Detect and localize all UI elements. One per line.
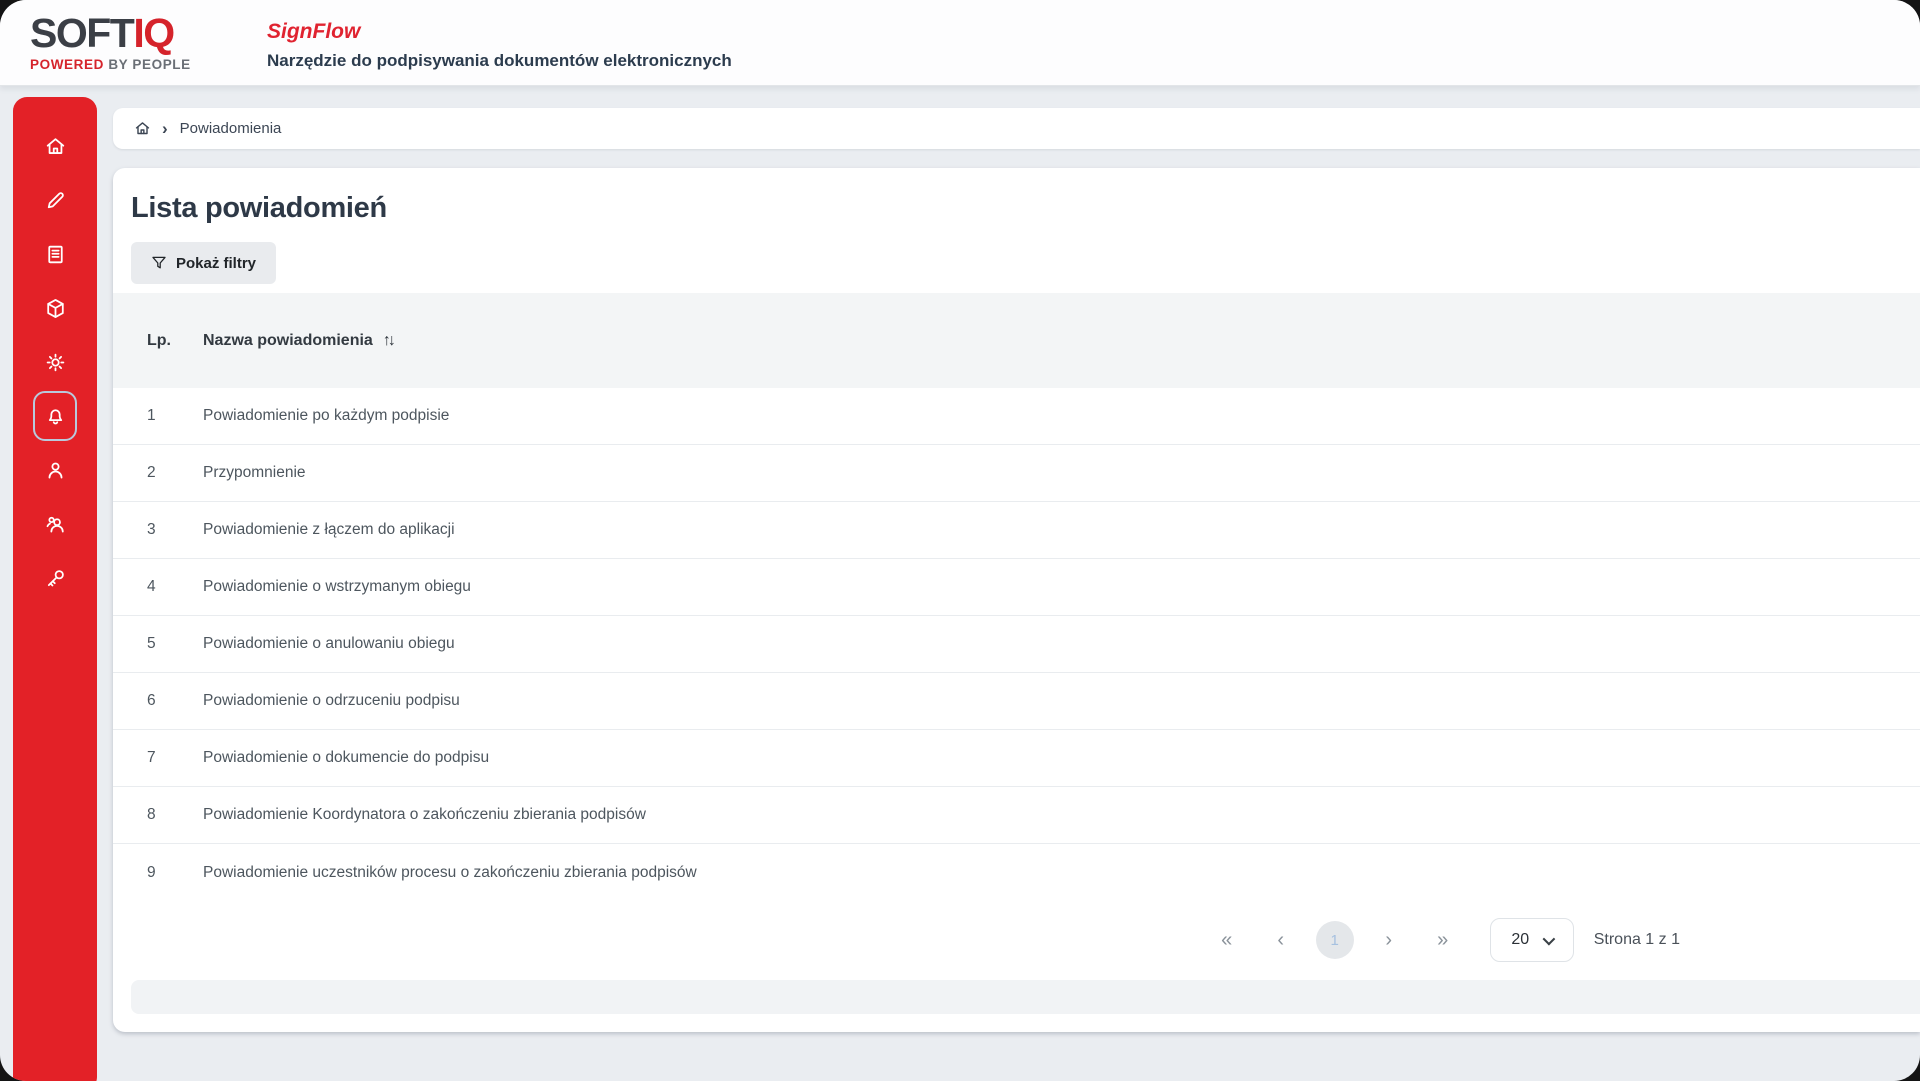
table-row[interactable]: 3Powiadomienie z łączem do aplikacji (113, 502, 1920, 559)
row-name: Powiadomienie z łączem do aplikacji (203, 521, 455, 539)
row-lp: 7 (147, 749, 203, 767)
sidebar-item-settings[interactable] (32, 335, 78, 389)
table-row[interactable]: 5Powiadomienie o anulowaniu obiegu (113, 616, 1920, 673)
bell-icon (33, 391, 77, 441)
notifications-panel: Lista powiadomień Pokaż filtry Lp. Nazwa… (113, 168, 1920, 1032)
row-lp: 6 (147, 692, 203, 710)
row-name: Powiadomienie o odrzuceniu podpisu (203, 692, 460, 710)
page-size-select[interactable]: 20 (1490, 918, 1574, 962)
breadcrumb-home-icon[interactable] (133, 119, 152, 138)
top-bar: SOFTIQ POWERED BY PEOPLE SignFlow Narzęd… (0, 0, 1920, 86)
table-header-row: Lp. Nazwa powiadomienia ↑↓ (113, 293, 1920, 388)
app-title-block: SignFlow Narzędzie do podpisywania dokum… (267, 20, 732, 71)
table-row[interactable]: 9Powiadomienie uczestników procesu o zak… (113, 844, 1920, 901)
sidebar-item-profile[interactable] (32, 443, 78, 497)
app-window: SOFTIQ POWERED BY PEOPLE SignFlow Narzęd… (0, 0, 1920, 1081)
document-icon (33, 229, 77, 279)
table-row[interactable]: 4Powiadomienie o wstrzymanym obiegu (113, 559, 1920, 616)
row-lp: 4 (147, 578, 203, 596)
breadcrumb-chevron-icon: › (162, 119, 168, 139)
row-name: Powiadomienie o anulowaniu obiegu (203, 635, 455, 653)
current-page-button[interactable]: 1 (1316, 921, 1354, 959)
row-name: Powiadomienie uczestników procesu o zako… (203, 864, 697, 882)
screenshot-stage: SOFTIQ POWERED BY PEOPLE SignFlow Narzęd… (0, 0, 1920, 1081)
sidebar-item-documents[interactable] (32, 227, 78, 281)
pagination-status: Strona 1 z 1 (1594, 931, 1680, 949)
table-row[interactable]: 1Powiadomienie po każdym podpisie (113, 388, 1920, 445)
sidebar-item-users[interactable] (32, 497, 78, 551)
row-lp: 2 (147, 464, 203, 482)
sidebar-item-sign[interactable] (32, 173, 78, 227)
show-filters-label: Pokaż filtry (176, 255, 256, 272)
app-name: SignFlow (267, 20, 732, 44)
first-page-button[interactable]: « (1208, 921, 1246, 959)
breadcrumb: › Powiadomienia (113, 108, 1920, 149)
table-footer-strip (131, 980, 1920, 1014)
table-row[interactable]: 6Powiadomienie o odrzuceniu podpisu (113, 673, 1920, 730)
page-size-value: 20 (1511, 931, 1529, 949)
row-name: Przypomnienie (203, 464, 306, 482)
users-icon (33, 499, 77, 549)
home-icon (33, 121, 77, 171)
row-lp: 1 (147, 407, 203, 425)
table-row[interactable]: 2Przypomnienie (113, 445, 1920, 502)
sidebar-nav (13, 97, 97, 1081)
breadcrumb-current[interactable]: Powiadomienia (180, 120, 282, 137)
logo-wordmark: SOFTIQ (30, 13, 191, 54)
key-icon (33, 553, 77, 603)
next-page-button[interactable]: › (1370, 921, 1408, 959)
table-row[interactable]: 7Powiadomienie o dokumencie do podpisu (113, 730, 1920, 787)
logo-tagline: POWERED BY PEOPLE (30, 58, 191, 72)
sort-icon[interactable]: ↑↓ (383, 332, 393, 350)
app-subtitle: Narzędzie do podpisywania dokumentów ele… (267, 51, 732, 71)
package-icon (33, 283, 77, 333)
filter-icon (151, 255, 167, 271)
table-body: 1Powiadomienie po każdym podpisie 2Przyp… (113, 388, 1920, 901)
row-name: Powiadomienie po każdym podpisie (203, 407, 449, 425)
gear-icon (33, 337, 77, 387)
row-lp: 5 (147, 635, 203, 653)
column-header-name-label: Nazwa powiadomienia (203, 332, 373, 350)
logo-tagline-accent: POWERED (30, 57, 104, 72)
pagination-bar: « ‹ 1 › » 20 Strona 1 z 1 (113, 901, 1920, 979)
last-page-button[interactable]: » (1424, 921, 1462, 959)
logo-tagline-rest: BY PEOPLE (108, 57, 190, 72)
column-header-lp: Lp. (147, 332, 203, 350)
show-filters-button[interactable]: Pokaż filtry (131, 242, 276, 284)
row-name: Powiadomienie o wstrzymanym obiegu (203, 578, 471, 596)
user-icon (33, 445, 77, 495)
row-name: Powiadomienie Koordynatora o zakończeniu… (203, 806, 646, 824)
logo-word-accent: IQ (133, 10, 173, 56)
sidebar-item-notifications[interactable] (32, 389, 78, 443)
logo-word-main: SOFT (30, 10, 133, 56)
row-lp: 9 (147, 864, 203, 882)
sidebar-item-access[interactable] (32, 551, 78, 605)
row-lp: 3 (147, 521, 203, 539)
pencil-icon (33, 175, 77, 225)
column-header-name: Nazwa powiadomienia ↑↓ (203, 332, 393, 350)
sidebar-item-packages[interactable] (32, 281, 78, 335)
row-name: Powiadomienie o dokumencie do podpisu (203, 749, 489, 767)
page-title: Lista powiadomień (131, 192, 1920, 225)
table-row[interactable]: 8Powiadomienie Koordynatora o zakończeni… (113, 787, 1920, 844)
sidebar-item-home[interactable] (32, 119, 78, 173)
chevron-down-icon (1543, 932, 1556, 945)
softiq-logo: SOFTIQ POWERED BY PEOPLE (30, 13, 191, 72)
row-lp: 8 (147, 806, 203, 824)
prev-page-button[interactable]: ‹ (1262, 921, 1300, 959)
